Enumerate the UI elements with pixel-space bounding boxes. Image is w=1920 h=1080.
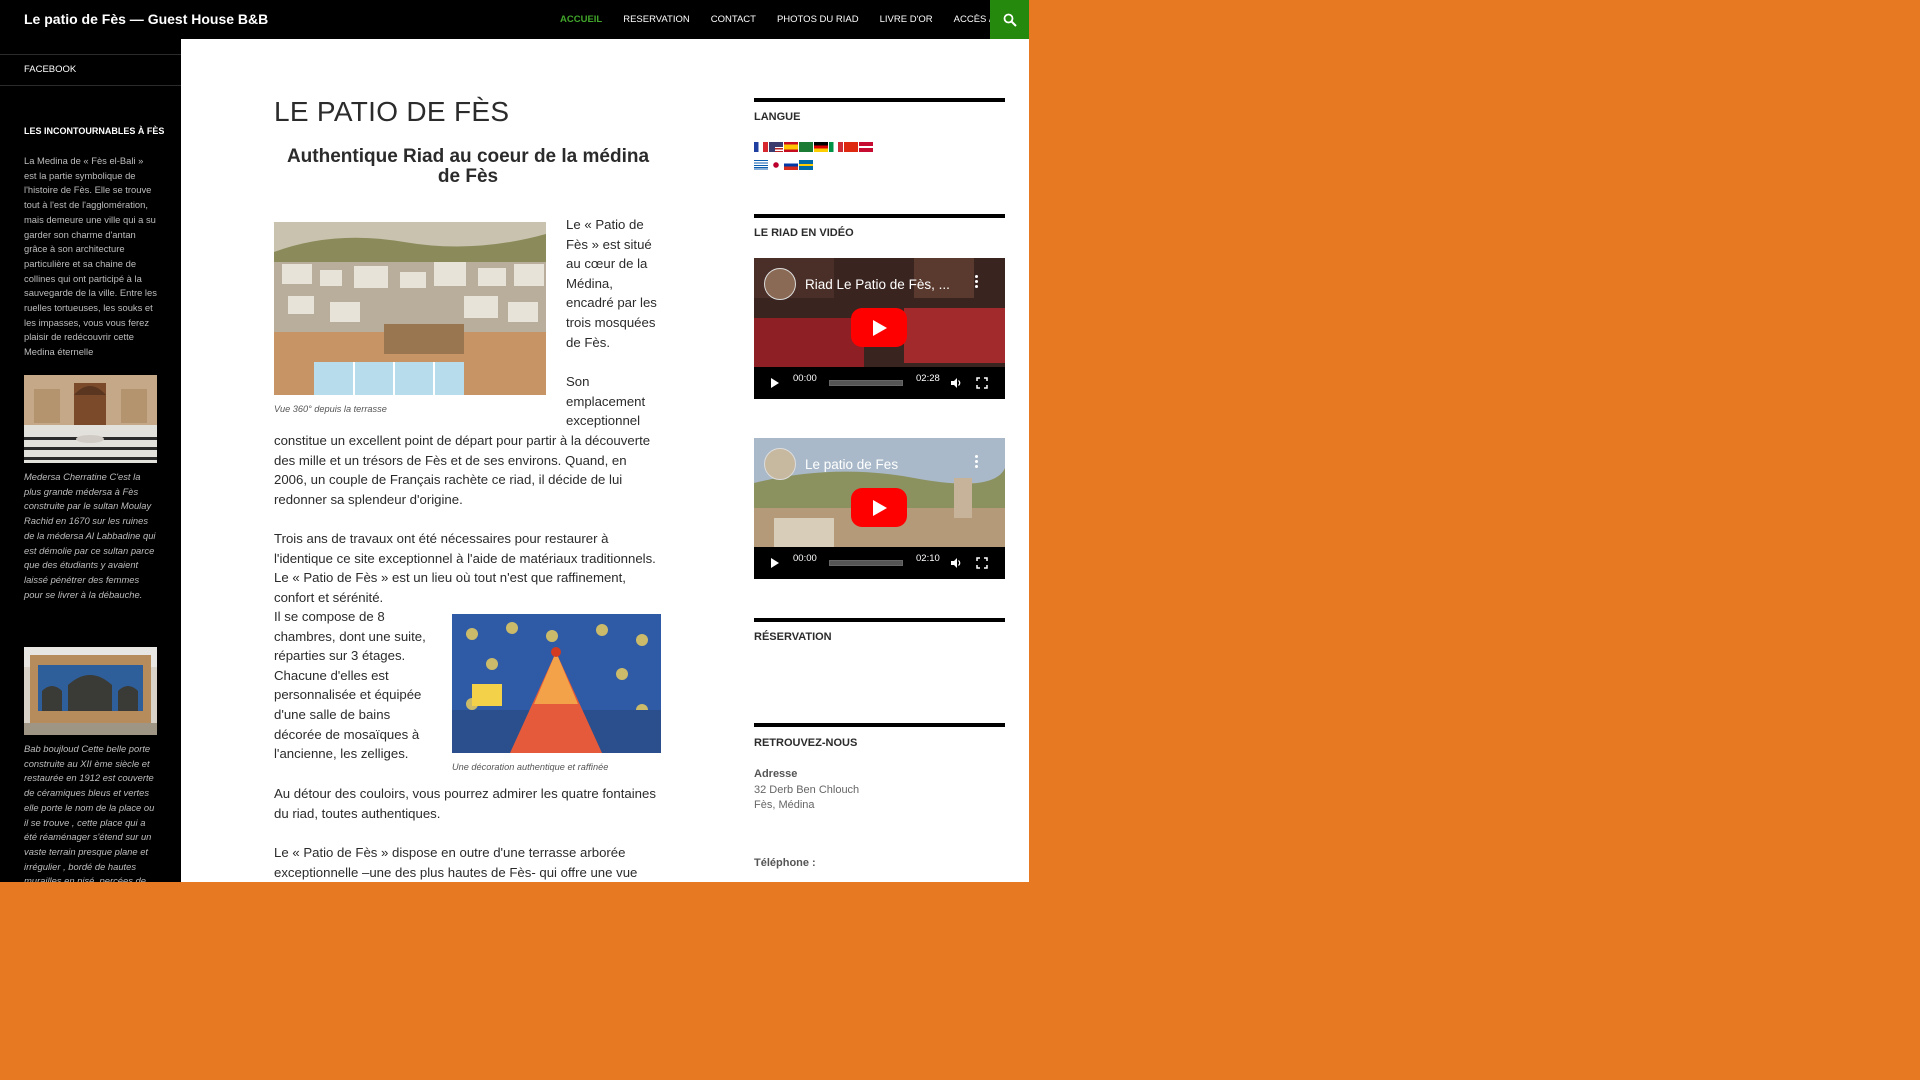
address-line-2: Fès, Médina [754, 799, 815, 811]
language-flags [754, 142, 894, 178]
video-2-duration: 02:10 [916, 553, 940, 564]
fullscreen-icon[interactable] [976, 557, 988, 569]
decoration-image[interactable] [452, 614, 661, 753]
flag-de-icon[interactable] [814, 142, 828, 152]
widget-title-reservation: RÉSERVATION [754, 631, 832, 643]
flag-it-icon[interactable] [829, 142, 843, 152]
address-line-1: 32 Derb Ben Chlouch [754, 784, 860, 796]
page-subtitle: Authentique Riad au coeur de la médina d… [286, 146, 650, 187]
decoration-caption: Une décoration authentique et raffinée [452, 762, 609, 772]
incontournables-intro: La Medina de « Fès el-Bali » est la part… [24, 155, 157, 358]
terrace-view-caption: Vue 360° depuis la terrasse [274, 404, 387, 414]
site-title[interactable]: Le patio de Fès — Guest House B&B [24, 11, 268, 27]
menu-item-facebook[interactable]: FACEBOOK [24, 64, 76, 75]
paragraph-fontaines: Au détour des couloirs, vous pourrez adm… [274, 786, 656, 821]
nav-item-contact[interactable]: CONTACT [711, 0, 756, 39]
fullscreen-icon[interactable] [976, 377, 988, 389]
paragraph-travaux: Trois ans de travaux ont été nécessaires… [274, 531, 656, 605]
paragraph-emplacement-start: Son emplacement exceptionnel [566, 374, 646, 429]
telephone-label: Téléphone : [754, 857, 816, 869]
channel-avatar[interactable] [764, 268, 796, 300]
play-icon[interactable] [771, 378, 779, 388]
flag-zh-icon[interactable] [844, 142, 858, 152]
widget-divider-langue [754, 98, 1005, 102]
flag-el-icon[interactable] [754, 160, 768, 170]
youtube-play-button[interactable] [851, 308, 907, 347]
search-icon [1003, 13, 1017, 27]
video-1-current-time: 00:00 [793, 373, 817, 384]
medersa-caption: Medersa Cherratine C'est la plus grande … [24, 471, 156, 600]
video-player-2[interactable]: Le patio de Fes 00:00 02:10 [754, 438, 1005, 579]
nav-item-accueil[interactable]: ACCUEIL [560, 0, 602, 39]
terrace-view-image[interactable] [274, 222, 546, 395]
flag-da-icon[interactable] [859, 142, 873, 152]
bab-boujloud-caption: Bab boujloud Cette belle porte construit… [24, 743, 155, 882]
nav-item-photos[interactable]: PHOTOS DU RIAD [777, 0, 859, 39]
widget-divider-reservation [754, 618, 1005, 622]
video-1-controls: 00:00 02:28 [754, 367, 1005, 399]
nav-item-livre-dor[interactable]: LIVRE D'OR [880, 0, 933, 39]
flag-sv-icon[interactable] [799, 160, 813, 170]
page-title: LE PATIO DE FÈS [274, 96, 510, 127]
primary-nav: ACCUEIL RESERVATION CONTACT PHOTOS DU RI… [560, 0, 1029, 39]
video-2-progress-bar[interactable] [829, 560, 903, 566]
play-icon[interactable] [771, 558, 779, 568]
widget-title-video: LE RIAD EN VIDÉO [754, 227, 854, 239]
page: Le patio de Fès — Guest House B&B ACCUEI… [0, 0, 1029, 882]
video-player-1[interactable]: Riad Le Patio de Fès, ... 00:00 02:28 [754, 258, 1005, 399]
widget-divider-video [754, 214, 1005, 218]
left-sidebar: FACEBOOK LES INCONTOURNABLES À FÈS La Me… [0, 39, 181, 882]
widget-divider-retrouvez [754, 723, 1005, 727]
paragraph-emplacement: constitue un excellent point de départ p… [274, 433, 651, 507]
flag-ja-icon[interactable] [769, 160, 783, 170]
search-button[interactable] [990, 0, 1029, 39]
flag-ru-icon[interactable] [784, 160, 798, 170]
video-1-duration: 02:28 [916, 373, 940, 384]
medersa-image[interactable] [24, 375, 157, 463]
widget-title-langue: LANGUE [754, 111, 801, 123]
widget-title-retrouvez: RETROUVEZ-NOUS [754, 737, 858, 749]
site-header: Le patio de Fès — Guest House B&B ACCUEI… [0, 0, 1029, 39]
channel-avatar[interactable] [764, 448, 796, 480]
video-1-title[interactable]: Riad Le Patio de Fès, ... [805, 277, 950, 292]
video-2-title[interactable]: Le patio de Fes [805, 457, 898, 472]
widget-title-incontournables: LES INCONTOURNABLES À FÈS [24, 126, 165, 136]
secondary-menu: FACEBOOK [0, 54, 181, 86]
flag-es-icon[interactable] [784, 142, 798, 152]
video-1-progress-bar[interactable] [829, 380, 903, 386]
address-label: Adresse [754, 768, 798, 780]
youtube-play-button[interactable] [851, 488, 907, 527]
paragraph-intro: Le « Patio de Fès » est situé au cœur de… [566, 217, 657, 350]
video-2-current-time: 00:00 [793, 553, 817, 564]
flag-ar-icon[interactable] [799, 142, 813, 152]
video-2-controls: 00:00 02:10 [754, 547, 1005, 579]
nav-item-reservation[interactable]: RESERVATION [623, 0, 690, 39]
volume-icon[interactable] [950, 377, 962, 389]
more-options-icon[interactable] [975, 455, 979, 470]
volume-icon[interactable] [950, 557, 962, 569]
flag-fr-icon[interactable] [754, 142, 768, 152]
bab-boujloud-image[interactable] [24, 647, 157, 735]
flag-en-icon[interactable] [769, 142, 783, 152]
paragraph-terrasse: Le « Patio de Fès » dispose en outre d'u… [274, 845, 638, 880]
paragraph-chambres: Il se compose de 8 chambres, dont une su… [274, 609, 426, 762]
more-options-icon[interactable] [975, 275, 979, 290]
